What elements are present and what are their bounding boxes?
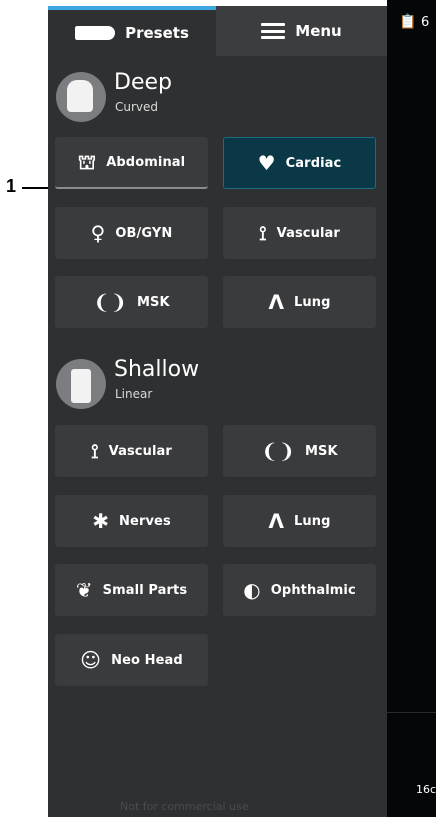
preset-label: OB/GYN: [115, 225, 173, 241]
baby-head-icon: ☺: [80, 648, 102, 672]
tab-menu[interactable]: Menu: [216, 6, 387, 56]
preset-lung-shallow-button[interactable]: ᐱ Lung: [223, 495, 376, 547]
hamburger-menu-icon: [261, 23, 286, 39]
vascular-icon: ⟟: [259, 221, 267, 245]
nerves-icon: ✱: [92, 509, 110, 533]
lungs-icon: ᐱ: [268, 509, 285, 533]
lungs-icon: ᐱ: [268, 290, 285, 314]
preset-label: Vascular: [276, 225, 340, 241]
preset-neo-head-button[interactable]: ☺ Neo Head: [55, 634, 208, 686]
preset-ophthalmic-button[interactable]: ◐ Ophthalmic: [223, 564, 376, 616]
footer-note: Not for commercial use: [120, 800, 249, 813]
preset-label: MSK: [305, 443, 338, 459]
knee-joint-icon: ❨❩: [261, 439, 296, 463]
tab-menu-label: Menu: [295, 22, 342, 40]
clip-count: 6: [421, 15, 430, 30]
deep-title: Deep: [114, 70, 172, 95]
tab-bar: Presets Menu: [48, 6, 387, 56]
pregnancy-icon: ♀: [90, 221, 106, 245]
preset-cardiac-button[interactable]: ♥ Cardiac: [223, 137, 376, 189]
deep-probe-header: Deep Curved: [56, 70, 356, 124]
divider: [387, 712, 436, 713]
callout-number: 1: [6, 176, 17, 196]
shallow-title: Shallow: [114, 357, 200, 382]
deep-subtitle: Curved: [115, 100, 159, 114]
presets-panel: Presets Menu Deep Curved ⛫ Abdominal ♥ C…: [48, 6, 387, 817]
shallow-subtitle: Linear: [115, 387, 153, 401]
preset-label: Small Parts: [102, 582, 188, 598]
tab-presets-label: Presets: [125, 24, 189, 42]
abdominal-icon: ⛫: [77, 150, 97, 174]
clipboard-icon[interactable]: 📋: [399, 14, 416, 30]
vascular-icon: ⟟: [91, 439, 99, 463]
knee-joint-icon: ❨❩: [93, 290, 128, 314]
shallow-probe-header: Shallow Linear: [56, 357, 356, 411]
preset-label: Nerves: [119, 513, 171, 529]
probe-icon: [75, 26, 116, 40]
preset-label: Abdominal: [106, 154, 186, 170]
preset-label: Lung: [294, 294, 331, 310]
heart-icon: ♥: [257, 151, 276, 175]
preset-nerves-button[interactable]: ✱ Nerves: [55, 495, 208, 547]
depth-readout: 16cr: [416, 783, 436, 796]
curved-probe-icon: [56, 72, 106, 122]
preset-msk-deep-button[interactable]: ❨❩ MSK: [55, 276, 208, 328]
preset-small-parts-button[interactable]: ❦ Small Parts: [55, 564, 208, 616]
preset-lung-deep-button[interactable]: ᐱ Lung: [223, 276, 376, 328]
preset-vascular-deep-button[interactable]: ⟟ Vascular: [223, 207, 376, 259]
eye-icon: ◐: [243, 578, 261, 602]
preset-label: Neo Head: [111, 652, 183, 668]
ultrasound-image-area: 📋 6 16cr: [387, 0, 436, 817]
preset-msk-shallow-button[interactable]: ❨❩ MSK: [223, 425, 376, 477]
preset-obgyn-button[interactable]: ♀ OB/GYN: [55, 207, 208, 259]
preset-label: Lung: [294, 513, 331, 529]
preset-label: MSK: [137, 294, 170, 310]
preset-vascular-shallow-button[interactable]: ⟟ Vascular: [55, 425, 208, 477]
preset-label: Ophthalmic: [270, 582, 356, 598]
preset-abdominal-button[interactable]: ⛫ Abdominal: [55, 137, 208, 189]
linear-probe-icon: [56, 359, 106, 409]
preset-label: Vascular: [108, 443, 172, 459]
tab-presets[interactable]: Presets: [48, 6, 216, 56]
preset-label: Cardiac: [285, 155, 342, 171]
thyroid-icon: ❦: [75, 578, 93, 602]
